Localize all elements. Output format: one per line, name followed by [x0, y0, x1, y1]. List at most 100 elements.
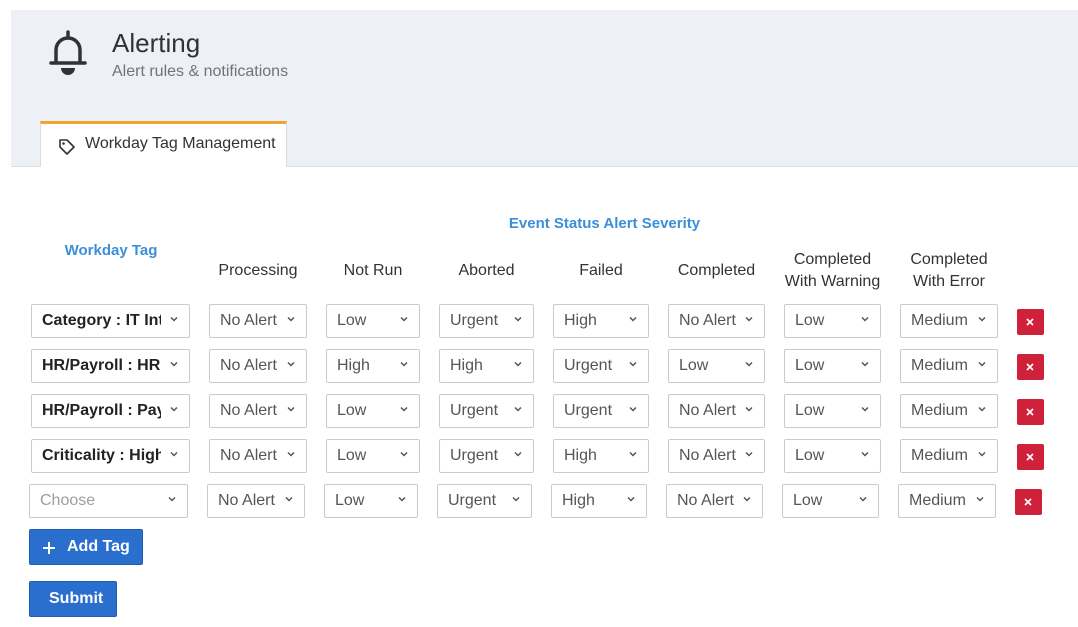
- chevron-down-icon: [400, 361, 408, 367]
- chevron-down-icon: [168, 496, 176, 502]
- chevron-down-icon: [861, 451, 869, 457]
- severity-select[interactable]: Low: [782, 484, 879, 518]
- submit-button[interactable]: Submit: [29, 581, 117, 617]
- tag-select[interactable]: Choose: [29, 484, 188, 518]
- plus-icon: [43, 542, 55, 554]
- page-header: Alerting Alert rules & notifications Wor…: [11, 10, 1078, 167]
- tag-select[interactable]: HR/Payroll : Payr: [31, 394, 190, 428]
- delete-row-button[interactable]: [1017, 354, 1044, 380]
- close-icon: [1026, 453, 1034, 461]
- column-header-line: With Warning: [784, 273, 881, 290]
- severity-select[interactable]: No Alert: [209, 439, 307, 473]
- severity-select-value: Medium: [911, 357, 968, 374]
- column-header-line: Completed: [910, 251, 988, 268]
- tag-select[interactable]: HR/Payroll : HR: [31, 349, 190, 383]
- tag-select[interactable]: Category : IT Inte: [31, 304, 190, 338]
- severity-select[interactable]: High: [553, 439, 649, 473]
- severity-select-value: No Alert: [679, 402, 736, 419]
- severity-select[interactable]: Low: [784, 394, 881, 428]
- severity-select[interactable]: Low: [784, 439, 881, 473]
- severity-select[interactable]: Medium: [900, 439, 998, 473]
- chevron-down-icon: [861, 361, 869, 367]
- severity-select[interactable]: Low: [784, 349, 881, 383]
- severity-select[interactable]: No Alert: [209, 349, 307, 383]
- severity-select[interactable]: Urgent: [439, 304, 534, 338]
- severity-select[interactable]: High: [553, 304, 649, 338]
- close-icon: [1024, 498, 1032, 506]
- chevron-down-icon: [170, 316, 178, 322]
- severity-select-value: Low: [795, 402, 825, 419]
- severity-select[interactable]: Medium: [900, 304, 998, 338]
- chevron-down-icon: [745, 316, 753, 322]
- severity-select[interactable]: Low: [668, 349, 765, 383]
- add-tag-button[interactable]: Add Tag: [29, 529, 143, 565]
- severity-select[interactable]: Urgent: [553, 349, 649, 383]
- severity-select[interactable]: No Alert: [668, 439, 765, 473]
- severity-select-value: No Alert: [220, 357, 277, 374]
- column-header: Failed: [543, 260, 659, 282]
- delete-row-button[interactable]: [1015, 489, 1042, 515]
- chevron-down-icon: [745, 406, 753, 412]
- severity-select[interactable]: Low: [326, 439, 420, 473]
- severity-select-value: Medium: [911, 447, 968, 464]
- severity-select[interactable]: Medium: [900, 349, 998, 383]
- severity-select[interactable]: Urgent: [553, 394, 649, 428]
- tag-select-value: HR/Payroll : Payr: [42, 402, 161, 419]
- severity-select[interactable]: No Alert: [666, 484, 763, 518]
- severity-select-value: Urgent: [450, 447, 499, 464]
- chevron-down-icon: [629, 406, 637, 412]
- chevron-down-icon: [861, 406, 869, 412]
- chevron-down-icon: [978, 316, 986, 322]
- severity-select-value: Medium: [909, 492, 966, 509]
- severity-select[interactable]: Low: [326, 394, 420, 428]
- chevron-down-icon: [859, 496, 867, 502]
- chevron-down-icon: [514, 316, 522, 322]
- severity-select[interactable]: No Alert: [668, 304, 765, 338]
- severity-select-value: Urgent: [450, 402, 499, 419]
- severity-select-value: Medium: [911, 402, 968, 419]
- column-header-line: Failed: [579, 262, 623, 279]
- column-header-line: Processing: [218, 262, 298, 279]
- tag-select-value: Criticality : High: [42, 447, 161, 464]
- severity-select[interactable]: Low: [324, 484, 418, 518]
- severity-select[interactable]: No Alert: [209, 304, 307, 338]
- severity-select[interactable]: No Alert: [207, 484, 305, 518]
- close-icon: [1026, 363, 1034, 371]
- severity-select[interactable]: Urgent: [437, 484, 532, 518]
- tab-workday-tag-management[interactable]: Workday Tag Management: [40, 121, 287, 167]
- severity-select[interactable]: High: [439, 349, 534, 383]
- severity-select[interactable]: High: [551, 484, 647, 518]
- chevron-down-icon: [629, 361, 637, 367]
- column-header-line: Aborted: [458, 262, 515, 279]
- column-header: Processing: [199, 260, 317, 282]
- tag-select-value: HR/Payroll : HR: [42, 357, 161, 374]
- tag-select[interactable]: Criticality : High: [31, 439, 190, 473]
- column-header-line: Completed: [677, 262, 756, 279]
- severity-select-value: Urgent: [564, 402, 613, 419]
- severity-select[interactable]: No Alert: [209, 394, 307, 428]
- severity-select-value: Urgent: [450, 312, 499, 329]
- delete-row-button[interactable]: [1017, 444, 1044, 470]
- close-icon: [1026, 408, 1034, 416]
- severity-select[interactable]: High: [326, 349, 420, 383]
- severity-select[interactable]: Low: [784, 304, 881, 338]
- bell-icon: [49, 30, 87, 75]
- severity-select[interactable]: Medium: [898, 484, 996, 518]
- chevron-down-icon: [400, 406, 408, 412]
- column-header: Not Run: [316, 260, 430, 282]
- severity-select-value: No Alert: [679, 312, 736, 329]
- chevron-down-icon: [978, 406, 986, 412]
- severity-select[interactable]: Low: [326, 304, 420, 338]
- severity-select[interactable]: Urgent: [439, 439, 534, 473]
- chevron-down-icon: [170, 451, 178, 457]
- severity-select[interactable]: Medium: [900, 394, 998, 428]
- group-header: Event Status Alert Severity: [508, 215, 701, 232]
- severity-select-value: High: [564, 312, 597, 329]
- delete-row-button[interactable]: [1017, 399, 1044, 425]
- severity-select-value: Low: [795, 357, 825, 374]
- severity-select[interactable]: No Alert: [668, 394, 765, 428]
- severity-select-value: High: [564, 447, 597, 464]
- severity-select[interactable]: Urgent: [439, 394, 534, 428]
- chevron-down-icon: [514, 361, 522, 367]
- delete-row-button[interactable]: [1017, 309, 1044, 335]
